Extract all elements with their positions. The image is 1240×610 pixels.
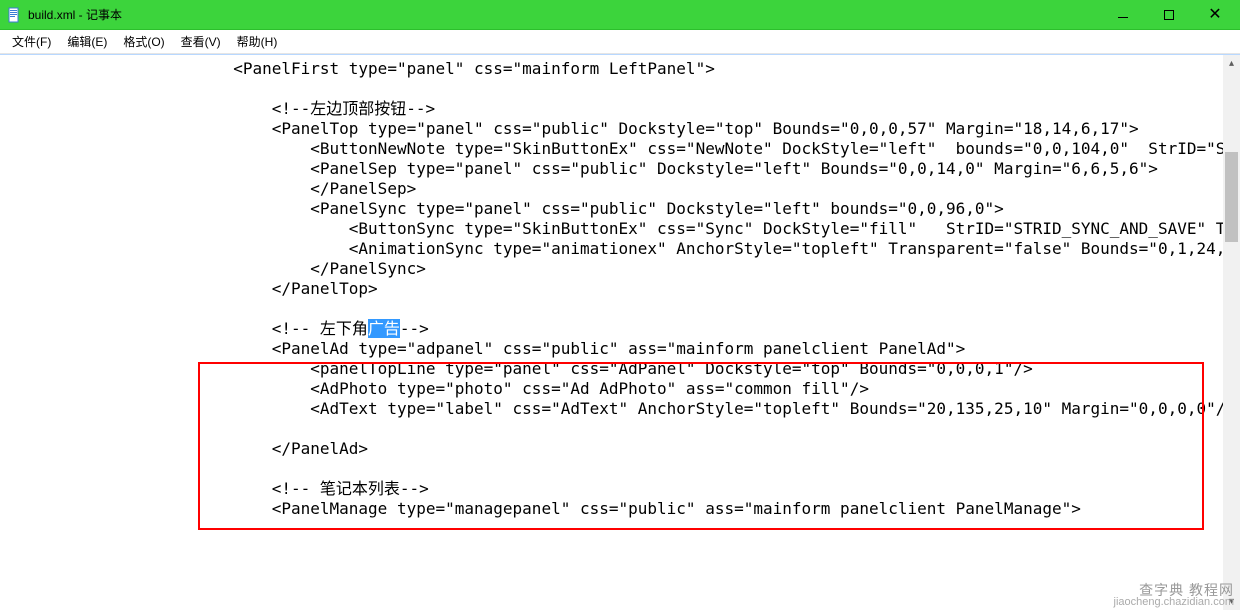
text-selection: 广告: [368, 319, 400, 338]
window-title: build.xml - 记事本: [28, 6, 122, 23]
scroll-thumb[interactable]: [1225, 152, 1238, 242]
title-bar: build.xml - 记事本 ✕: [0, 0, 1240, 30]
minimize-button[interactable]: [1100, 0, 1146, 30]
watermark-url: jiaocheng.chazidian.com: [1114, 596, 1234, 608]
close-button[interactable]: ✕: [1192, 0, 1238, 30]
menu-edit[interactable]: 编辑(E): [59, 31, 115, 52]
menu-bar: 文件(F) 编辑(E) 格式(O) 查看(V) 帮助(H): [0, 30, 1240, 54]
menu-file[interactable]: 文件(F): [4, 31, 59, 52]
menu-format[interactable]: 格式(O): [115, 31, 172, 52]
watermark: 查字典 教程网 jiaocheng.chazidian.com: [1114, 584, 1234, 608]
maximize-button[interactable]: [1146, 0, 1192, 30]
menu-view[interactable]: 查看(V): [173, 31, 229, 52]
scroll-up-arrow-icon[interactable]: ▴: [1223, 55, 1240, 72]
vertical-scrollbar[interactable]: ▴ ▾: [1223, 55, 1240, 610]
file-icon: [6, 7, 22, 23]
text-editor[interactable]: <PanelFirst type="panel" css="mainform L…: [0, 55, 1223, 610]
editor-area: <PanelFirst type="panel" css="mainform L…: [0, 54, 1240, 610]
scroll-track[interactable]: [1223, 72, 1240, 593]
watermark-cn: 查字典 教程网: [1114, 584, 1234, 596]
menu-help[interactable]: 帮助(H): [229, 31, 286, 52]
